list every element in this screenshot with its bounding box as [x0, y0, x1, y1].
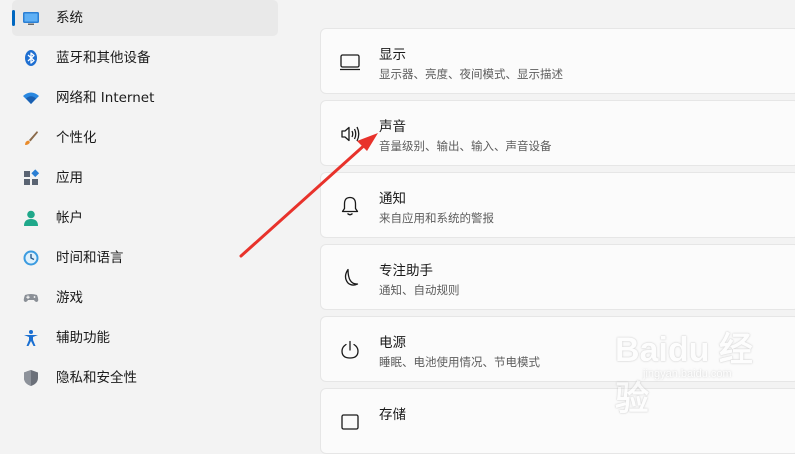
watermark: Baidu 经验 jingyan.baidu.com [615, 318, 765, 418]
person-icon [22, 209, 40, 227]
sidebar-item-label: 个性化 [56, 130, 97, 146]
sidebar-item-label: 游戏 [56, 290, 83, 306]
sidebar-item-label: 辅助功能 [56, 330, 110, 346]
sidebar-item-network[interactable]: 网络和 Internet [12, 80, 278, 116]
card-description: 通知、自动规则 [379, 283, 460, 297]
sidebar-item-label: 网络和 Internet [56, 90, 155, 106]
bluetooth-icon [22, 49, 40, 67]
display-icon [22, 9, 40, 27]
sidebar: 系统 蓝牙和其他设备 网络和 Internet 个性化 应用 帐户 时间和语言 … [0, 0, 290, 410]
sidebar-item-label: 隐私和安全性 [56, 370, 137, 386]
card-description: 来自应用和系统的警报 [379, 211, 494, 225]
sidebar-item-gaming[interactable]: 游戏 [12, 280, 278, 316]
gamepad-icon [22, 289, 40, 307]
card-sound[interactable]: 声音 音量级别、输出、输入、声音设备 [320, 100, 795, 166]
wifi-icon [22, 89, 40, 107]
sidebar-item-bluetooth[interactable]: 蓝牙和其他设备 [12, 40, 278, 76]
sidebar-item-label: 应用 [56, 170, 83, 186]
selection-indicator [12, 10, 15, 26]
sidebar-item-apps[interactable]: 应用 [12, 160, 278, 196]
card-title: 显示 [379, 47, 406, 63]
card-display[interactable]: 显示 显示器、亮度、夜间模式、显示描述 [320, 28, 795, 94]
card-notifications[interactable]: 通知 来自应用和系统的警报 [320, 172, 795, 238]
shield-icon [22, 369, 40, 387]
sidebar-item-label: 时间和语言 [56, 250, 124, 266]
brush-icon [22, 129, 40, 147]
apps-icon [22, 169, 40, 187]
card-description: 显示器、亮度、夜间模式、显示描述 [379, 67, 563, 81]
power-icon [339, 339, 361, 361]
accessibility-icon [22, 329, 40, 347]
card-description: 音量级别、输出、输入、声音设备 [379, 139, 552, 153]
sidebar-item-label: 帐户 [56, 210, 83, 226]
card-title: 通知 [379, 191, 406, 207]
moon-icon [339, 267, 361, 289]
sidebar-item-label: 蓝牙和其他设备 [56, 50, 151, 66]
card-title: 电源 [379, 335, 406, 351]
sidebar-item-time-language[interactable]: 时间和语言 [12, 240, 278, 276]
sidebar-item-label: 系统 [56, 10, 83, 26]
sidebar-item-system[interactable]: 系统 [12, 0, 278, 36]
sidebar-item-accounts[interactable]: 帐户 [12, 200, 278, 236]
card-title: 声音 [379, 119, 406, 135]
card-focus-assist[interactable]: 专注助手 通知、自动规则 [320, 244, 795, 310]
storage-icon [339, 411, 361, 433]
watermark-url: jingyan.baidu.com [643, 368, 732, 380]
monitor-icon [339, 51, 361, 73]
speaker-icon [339, 123, 361, 145]
card-title: 存储 [379, 407, 406, 423]
globe-clock-icon [22, 249, 40, 267]
bell-icon [339, 195, 361, 217]
sidebar-item-privacy[interactable]: 隐私和安全性 [12, 360, 278, 396]
card-title: 专注助手 [379, 263, 433, 279]
card-description: 睡眠、电池使用情况、节电模式 [379, 355, 540, 369]
sidebar-item-personalization[interactable]: 个性化 [12, 120, 278, 156]
sidebar-item-accessibility[interactable]: 辅助功能 [12, 320, 278, 356]
